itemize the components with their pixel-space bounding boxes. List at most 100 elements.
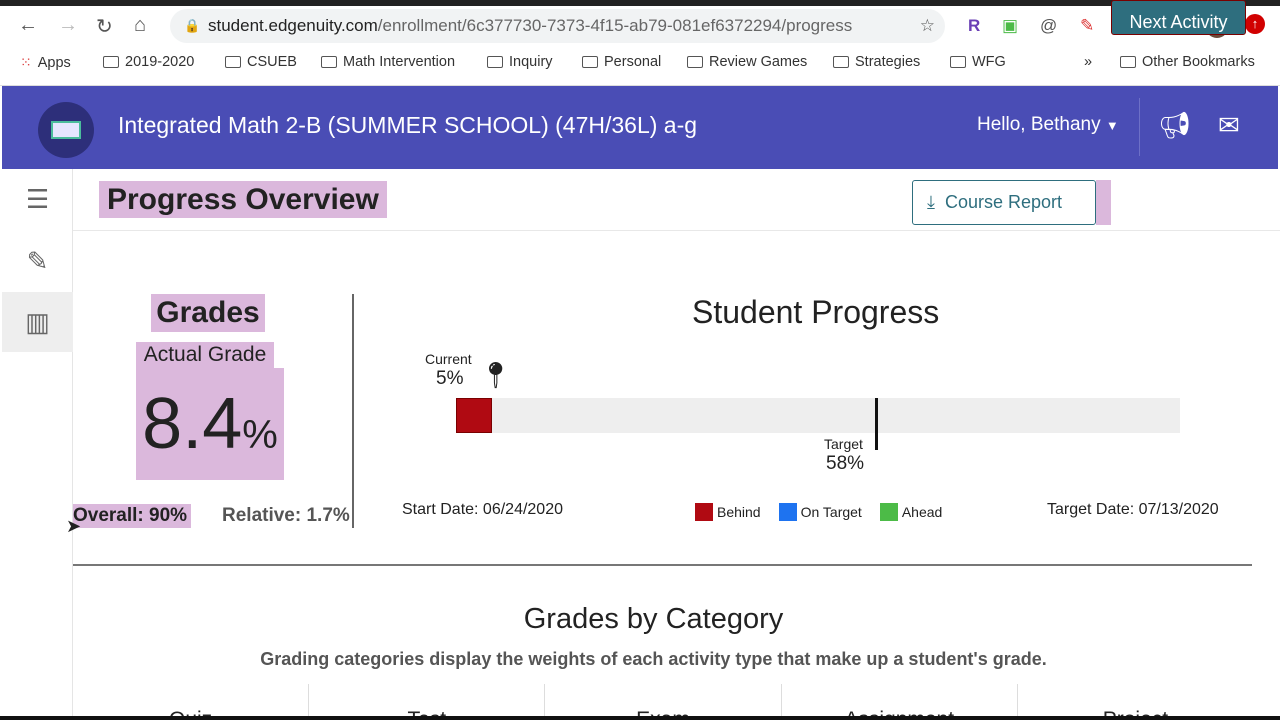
target-label: Target [824,436,863,452]
folder-icon [225,56,241,68]
category-columns: Quiz Test Exam Assignment Project [73,684,1253,720]
bookmark-label: Other Bookmarks [1142,54,1255,70]
course-title: Integrated Math 2-B (SUMMER SCHOOL) (47H… [118,112,698,138]
bookmark-label: WFG [972,54,1006,70]
extension-at-icon[interactable]: @ [1040,16,1057,36]
course-report-button[interactable]: ⤓ Course Report [912,180,1096,225]
folder-icon [1120,56,1136,68]
page-title: Progress Overview [99,181,387,218]
current-label: Current [425,351,472,367]
student-progress-title: Student Progress [692,294,940,330]
legend-label: Behind [717,504,761,520]
legend-swatch [879,503,898,521]
user-menu[interactable]: Hello, Bethany ▼ [977,114,1119,136]
sidebar-item-edit[interactable]: ✎ [2,231,73,291]
folder-icon [103,56,119,68]
extension-r-icon[interactable]: R [968,16,980,36]
extension-upload-icon[interactable]: ↑ [1245,14,1265,34]
legend-label: On Target [800,504,862,520]
extension-pen-icon[interactable]: ✎ [1080,16,1094,36]
url-path: /enrollment/6c377730-7373-4f15-ab79-081e… [377,16,853,35]
bookmark-folder[interactable]: Personal [582,54,661,70]
legend-behind: Behind [695,503,761,521]
extension-green-icon[interactable]: ▣ [1002,16,1018,36]
mouse-cursor-icon: ➤ [66,516,82,536]
bookmark-folder[interactable]: Math Intervention [321,54,455,70]
sidebar-item-list[interactable]: ☰ [2,169,73,229]
bottom-edge [0,716,1280,720]
megaphone-icon[interactable]: 📢︎ [1158,110,1191,141]
folder-icon [582,56,598,68]
bookmark-label: Review Games [709,54,808,70]
folder-icon [833,56,849,68]
divider [73,230,1280,231]
mail-icon[interactable]: ✉ [1218,110,1240,141]
target-marker [874,398,878,450]
actual-grade-value: 8.4% [136,368,284,480]
bookmark-folder[interactable]: Strategies [833,54,920,70]
legend-on-target: On Target [778,503,862,521]
grades-divider [352,294,354,528]
bookmark-folder[interactable]: CSUEB [225,54,297,70]
bookmark-folder[interactable]: Review Games [687,54,807,70]
bookmark-label: Apps [37,54,71,71]
target-value: 58% [826,453,865,474]
category-test: Test [308,684,544,720]
start-date: Start Date: 06/24/2020 [402,501,563,518]
app-logo[interactable] [38,102,94,158]
progress-fill [456,398,493,433]
legend-swatch [778,503,797,521]
bookmark-label: Personal [604,54,662,70]
location-pin-icon: 📍︎ [479,360,513,390]
bookmark-label: Strategies [855,54,921,70]
edit-icon: ✎ [26,246,49,276]
list-icon: ☰ [25,184,50,214]
legend-label: Ahead [901,504,943,520]
bookmark-star-icon[interactable]: ☆ [920,9,935,43]
bookmark-apps[interactable]: ⁙ Apps [20,54,71,71]
browser-chrome: ← → ↻ ⌂ 🔒 student.edgenuity.com/enrollme… [0,0,1280,86]
caret-down-icon: ▼ [1105,118,1119,133]
sidebar: ☰ ✎ ▥ [2,169,73,720]
grade-unit: % [242,413,278,457]
grade-number: 8.4 [142,384,243,464]
folder-icon [687,56,703,68]
category-exam: Exam [544,684,780,720]
button-label: Course Report [944,192,1063,212]
forward-icon[interactable]: → [58,14,78,37]
bookmark-folder[interactable]: Inquiry [487,54,553,70]
tab-strip [0,0,1280,6]
folder-icon [321,56,337,68]
back-icon[interactable]: ← [18,14,38,37]
category-quiz: Quiz [169,708,213,720]
home-icon[interactable]: ⌂ [134,14,146,37]
greeting: Hello, Bethany [977,114,1101,135]
address-bar[interactable]: 🔒 student.edgenuity.com/enrollment/6c377… [170,9,945,43]
bar-chart-icon: ▥ [25,307,50,337]
category-project: Project [1016,684,1253,720]
bookmark-label: Inquiry [509,54,553,70]
bookmark-folder[interactable]: 2019-2020 [103,54,194,70]
next-activity-button[interactable]: Next Activity [1111,0,1246,35]
section-divider [73,564,1252,566]
folder-icon [487,56,503,68]
grades-by-category-title: Grades by Category [523,603,784,635]
folder-icon [950,56,966,68]
grades-by-category-subtitle: Grading categories display the weights o… [260,649,1047,669]
bookmarks-overflow[interactable]: » [1084,54,1092,70]
grades-title: Grades [151,294,265,332]
app-header: Integrated Math 2-B (SUMMER SCHOOL) (47H… [2,86,1278,169]
reload-icon[interactable]: ↻ [96,14,113,39]
bookmark-folder[interactable]: WFG [950,54,1006,70]
overall-grade: Overall: 90% [73,504,192,528]
actual-grade-label: Actual Grade [136,342,274,368]
bookmark-label: CSUEB [247,54,297,70]
bookmark-label: Math Intervention [343,54,456,70]
other-bookmarks[interactable]: Other Bookmarks [1120,54,1255,70]
sidebar-item-progress[interactable]: ▥ [2,292,73,352]
download-icon: ⤓ [927,192,935,212]
current-value: 5% [436,368,464,389]
category-assignment: Assignment [780,684,1017,720]
progress-legend: Behind On Target Ahead [695,503,942,521]
highlight-gap [1096,180,1111,225]
